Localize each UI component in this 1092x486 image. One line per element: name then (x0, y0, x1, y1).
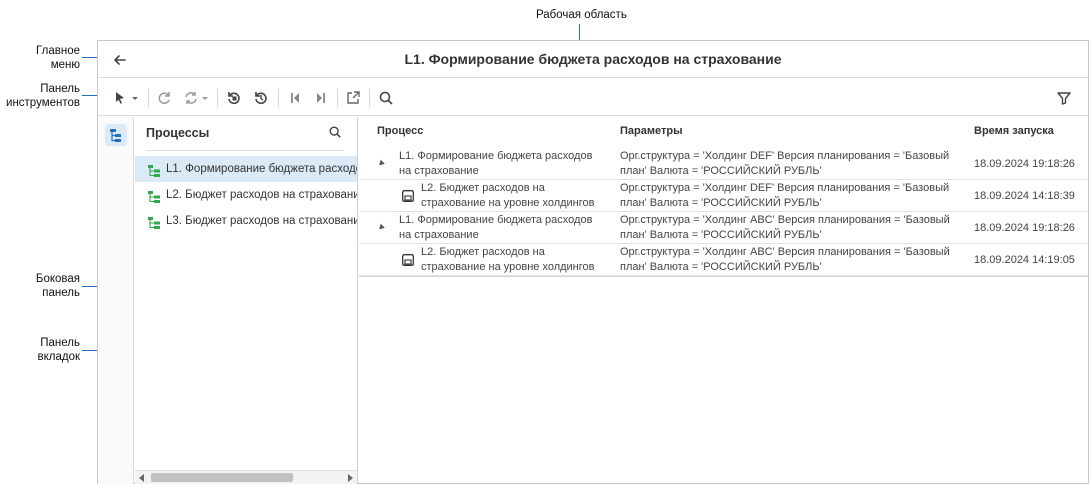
callout-text: Главное (36, 45, 80, 57)
cell-time: 18.09.2024 19:18:26 (974, 222, 1075, 234)
toolbar (98, 78, 1088, 116)
scroll-right-icon[interactable] (348, 474, 353, 482)
cell-line: L1. Формирование бюджета расходов (399, 150, 593, 162)
process-icon (147, 214, 161, 229)
toolbar-divider (369, 89, 370, 107)
column-header-process[interactable]: Процесс (377, 125, 423, 137)
restart-icon[interactable] (226, 90, 242, 106)
callout-text: инструментов (6, 97, 80, 109)
filter-icon[interactable] (1056, 90, 1072, 106)
process-list: L1. Формирование бюджета расходов на стр… (135, 156, 357, 234)
open-external-icon[interactable] (345, 90, 361, 106)
callout-text: Панель (40, 337, 80, 349)
cell-line: L1. Формирование бюджета расходов (399, 214, 593, 226)
cell-line: Орг.структура = 'Холдинг ABC' Версия пла… (620, 214, 950, 226)
list-item[interactable]: L3. Бюджет расходов на страхование на ур… (135, 208, 357, 234)
cell-line: Орг.структура = 'Холдинг DEF' Версия пла… (620, 182, 950, 194)
process-icon (147, 188, 161, 203)
callout-text: вкладок (37, 351, 80, 363)
search-icon[interactable] (328, 125, 342, 139)
expand-triangle-icon[interactable] (377, 223, 385, 232)
process-icon (147, 162, 161, 177)
chevron-down-icon[interactable] (131, 90, 139, 106)
cell-params: Орг.структура = 'Холдинг ABC' Версия пла… (620, 245, 950, 275)
callout-side-panel: Боковая панель (20, 272, 80, 300)
toolbar-divider (148, 89, 149, 107)
cell-params: Орг.структура = 'Холдинг ABC' Версия пла… (620, 213, 950, 243)
chevron-down-icon[interactable] (201, 90, 209, 106)
auto-refresh-icon[interactable] (183, 90, 199, 106)
tab-processes[interactable] (105, 124, 127, 146)
step-forward-icon[interactable] (313, 90, 329, 106)
table-row[interactable]: L1. Формирование бюджета расходов на стр… (359, 148, 1088, 180)
cell-time: 18.09.2024 14:19:05 (974, 254, 1075, 266)
toolbar-divider (278, 89, 279, 107)
side-panel: Процессы L1. Формирование бюджета расход… (135, 117, 358, 484)
column-header-params[interactable]: Параметры (620, 125, 682, 137)
cell-line: план' Валюта = 'РОССИЙСКИЙ РУБЛЬ' (620, 197, 822, 209)
callout-text: Панель (40, 83, 80, 95)
list-item-label: L1. Формирование бюджета расходов на стр… (166, 163, 357, 175)
cell-process: L1. Формирование бюджета расходов на стр… (399, 149, 592, 179)
refresh-icon[interactable] (156, 90, 172, 106)
title-bar: L1. Формирование бюджета расходов на стр… (98, 41, 1088, 78)
table-row[interactable]: L2. Бюджет расходов на страхование на ур… (359, 244, 1088, 276)
expand-triangle-icon[interactable] (377, 159, 385, 168)
table-row[interactable]: L1. Формирование бюджета расходов на стр… (359, 212, 1088, 244)
step-back-icon[interactable] (287, 90, 303, 106)
scrollbar-thumb[interactable] (151, 473, 293, 482)
callout-text: Боковая (35, 273, 80, 285)
cell-process: L2. Бюджет расходов на страхование на ур… (421, 245, 595, 275)
cell-params: Орг.структура = 'Холдинг DEF' Версия пла… (620, 181, 949, 211)
cell-line: L2. Бюджет расходов на (421, 246, 545, 258)
column-header-time[interactable]: Время запуска (974, 125, 1054, 137)
cell-line: план' Валюта = 'РОССИЙСКИЙ РУБЛЬ' (620, 229, 822, 241)
cell-line: страхование на уровне холдингов (421, 197, 595, 209)
cell-line: на страхование (399, 165, 479, 177)
search-icon[interactable] (378, 90, 394, 106)
callout-tabs-panel: Панель вкладок (20, 336, 80, 364)
cell-line: план' Валюта = 'РОССИЙСКИЙ РУБЛЬ' (620, 165, 822, 177)
history-icon[interactable] (253, 90, 269, 106)
callout-toolbar: Панель инструментов (0, 82, 80, 110)
callout-text: панель (42, 287, 80, 299)
cell-line: страхование на уровне холдингов (421, 261, 595, 273)
side-panel-header: Процессы (146, 117, 344, 151)
list-item-label: L3. Бюджет расходов на страхование на ур… (166, 215, 357, 227)
horizontal-scrollbar[interactable] (135, 470, 357, 484)
callout-text: меню (50, 59, 80, 71)
cell-line: L2. Бюджет расходов на (421, 182, 545, 194)
cursor-select-icon[interactable] (112, 90, 128, 106)
tabs-panel (98, 117, 134, 484)
save-icon (402, 190, 414, 202)
save-icon (402, 254, 414, 266)
cell-process: L1. Формирование бюджета расходов на стр… (399, 213, 592, 243)
table-row[interactable]: L2. Бюджет расходов на страхование на ур… (359, 180, 1088, 212)
toolbar-divider (337, 89, 338, 107)
process-tree-icon (110, 129, 121, 142)
cell-line: план' Валюта = 'РОССИЙСКИЙ РУБЛЬ' (620, 261, 822, 273)
page-title: L1. Формирование бюджета расходов на стр… (404, 51, 782, 67)
cell-line: Орг.структура = 'Холдинг DEF' Версия пла… (620, 150, 950, 162)
toolbar-divider (217, 89, 218, 107)
cell-line: Орг.структура = 'Холдинг ABC' Версия пла… (620, 246, 950, 258)
cell-process: L2. Бюджет расходов на страхование на ур… (421, 181, 595, 211)
work-area: Процесс Параметры Время запуска L1. Форм… (359, 117, 1088, 484)
side-panel-title: Процессы (146, 126, 210, 140)
cell-params: Орг.структура = 'Холдинг DEF' Версия пла… (620, 149, 949, 179)
callout-work-area: Рабочая область (536, 9, 627, 21)
cell-time: 18.09.2024 14:18:39 (974, 190, 1075, 202)
runs-table: Процесс Параметры Время запуска L1. Форм… (359, 117, 1088, 277)
app-window: L1. Формирование бюджета расходов на стр… (97, 40, 1089, 484)
cell-line: на страхование (399, 229, 479, 241)
cell-time: 18.09.2024 19:18:26 (974, 158, 1075, 170)
list-item[interactable]: L2. Бюджет расходов на страхование на ур… (135, 182, 357, 208)
list-item[interactable]: L1. Формирование бюджета расходов на стр… (135, 156, 357, 182)
list-item-label: L2. Бюджет расходов на страхование на ур… (166, 189, 357, 201)
callout-main-menu: Главное меню (20, 44, 80, 72)
scroll-left-icon[interactable] (139, 474, 144, 482)
